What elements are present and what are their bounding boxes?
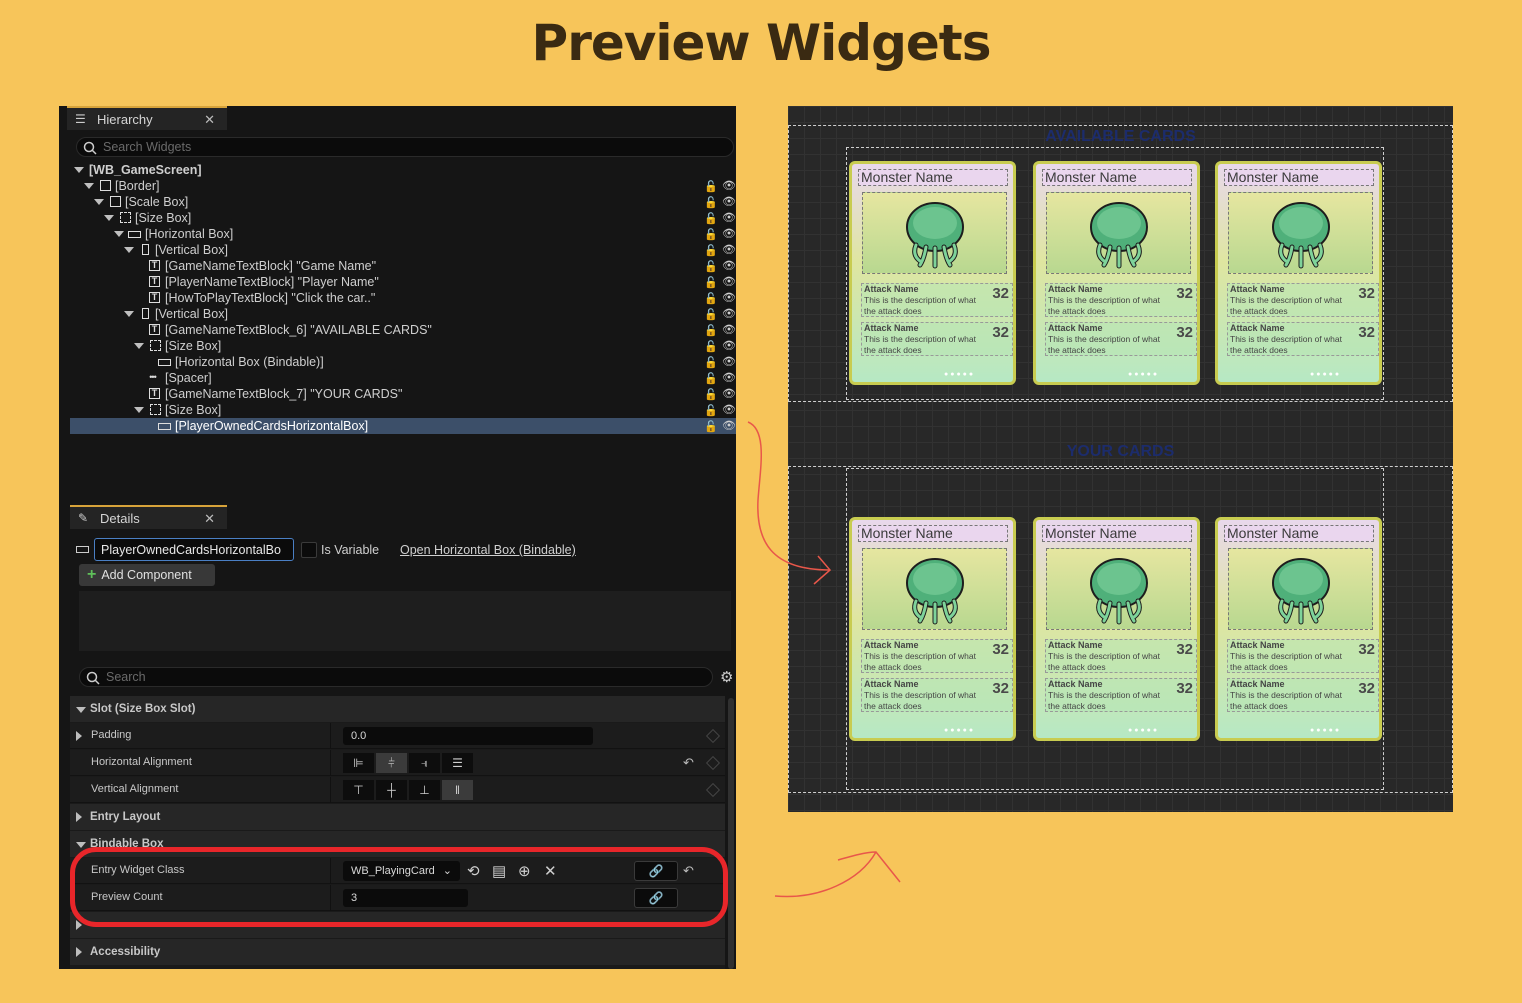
arrow-head-icon [837, 851, 901, 883]
annotation-arrows [747, 421, 901, 898]
arrow-up-right [774, 851, 877, 898]
arrow-to-preview [747, 421, 831, 571]
